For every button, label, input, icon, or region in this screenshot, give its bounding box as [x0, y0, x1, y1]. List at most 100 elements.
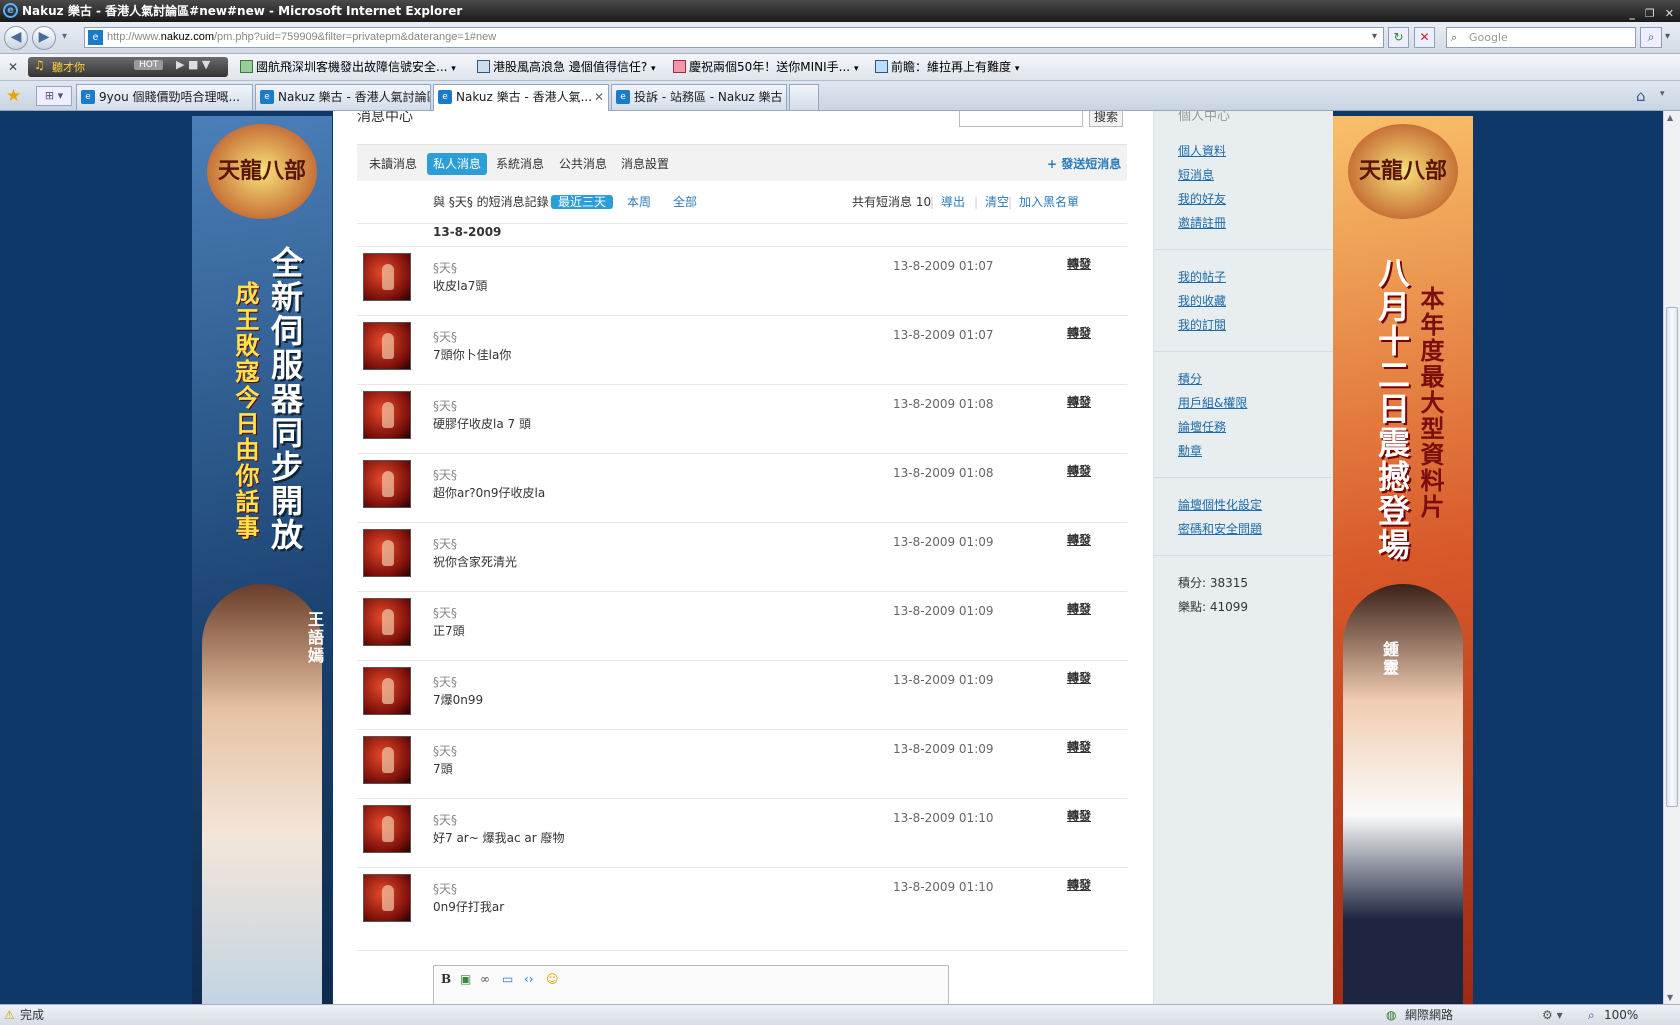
sender-avatar[interactable]	[363, 253, 411, 301]
sidebar-link-tasks[interactable]: 論壇任務	[1178, 418, 1226, 435]
sender-avatar[interactable]	[363, 460, 411, 508]
scrollbar-thumb[interactable]	[1666, 307, 1678, 807]
right-banner-ad[interactable]: 天龍八部 本年度最大型資料片 八月十二日震撼登場 鍾靈	[1333, 116, 1473, 1004]
refresh-icon[interactable]: ↻	[1388, 27, 1409, 48]
sidebar-link-personalize[interactable]: 論壇個性化設定	[1178, 496, 1262, 513]
sender-name[interactable]: §天§	[433, 466, 457, 483]
sender-avatar[interactable]	[363, 736, 411, 784]
search-icon[interactable]: ⌕	[1640, 27, 1662, 48]
toolbar-link-2[interactable]: 港股風高浪急 邊個值得信任? ▾	[477, 59, 656, 78]
sender-name[interactable]: §天§	[433, 535, 457, 552]
toolbar-link-1[interactable]: 國航飛深圳客機發出故障信號安全... ▾	[240, 59, 456, 78]
reply-editor[interactable]: B ▣ ∞ ▭ ‹› ☺	[433, 965, 949, 1004]
export-link[interactable]: 導出	[941, 191, 965, 213]
tab-settings[interactable]: 消息設置	[615, 153, 675, 175]
message-search-input[interactable]	[959, 111, 1083, 127]
page-scrollbar[interactable]: ▲ ▼	[1663, 111, 1680, 1004]
sidebar-link-pm[interactable]: 短消息	[1178, 166, 1214, 183]
scroll-up-icon[interactable]: ▲	[1667, 113, 1673, 122]
forward-link[interactable]: 轉發	[1067, 600, 1091, 617]
forward-link[interactable]: 轉發	[1067, 393, 1091, 410]
sender-avatar[interactable]	[363, 529, 411, 577]
search-options-icon[interactable]: ▾	[1665, 31, 1670, 42]
zoom-level[interactable]: 100%	[1604, 1005, 1638, 1025]
sender-avatar[interactable]	[363, 667, 411, 715]
forward-link[interactable]: 轉發	[1067, 669, 1091, 686]
filter-recent-3-days[interactable]: 最近三天	[551, 195, 614, 209]
sidebar-link-profile[interactable]: 個人資料	[1178, 142, 1226, 159]
sidebar-link-security[interactable]: 密碼和安全問題	[1178, 520, 1262, 537]
left-banner-ad[interactable]: 天龍八部 全新伺服器同步開放 成王敗寇今日由你話事 王語嫣	[192, 116, 332, 1004]
forward-link[interactable]: 轉發	[1067, 324, 1091, 341]
forward-link[interactable]: 轉發	[1067, 876, 1091, 893]
tab-3-active[interactable]: e Nakuz 樂古 - 香港人氣... ✕	[433, 84, 609, 111]
sidebar-link-points[interactable]: 積分	[1178, 370, 1202, 387]
quick-tabs-icon[interactable]: ⊞ ▾	[36, 86, 72, 106]
toolbar-link-3[interactable]: 慶祝兩個50年！送你MINI手... ▾	[673, 59, 858, 78]
player-controls-icon[interactable]: ▶ ■ ▼	[176, 58, 210, 71]
forward-button[interactable]: ▶	[32, 26, 56, 50]
tab-1[interactable]: e 9you 個賤價勁唔合理嘅...	[76, 84, 253, 110]
forward-link[interactable]: 轉發	[1067, 255, 1091, 272]
sender-name[interactable]: §天§	[433, 259, 457, 276]
favorites-star-icon[interactable]: ★	[6, 86, 21, 106]
send-pm-link[interactable]: + 發送短消息	[1047, 153, 1121, 175]
smiley-icon[interactable]: ☺	[546, 972, 559, 986]
url-dropdown-icon[interactable]: ▾	[1372, 31, 1377, 42]
forward-link[interactable]: 轉發	[1067, 807, 1091, 824]
sender-name[interactable]: §天§	[433, 742, 457, 759]
history-dropdown-icon[interactable]: ▾	[62, 31, 67, 42]
sidebar-link-invite[interactable]: 邀請註冊	[1178, 214, 1226, 231]
clear-link[interactable]: 清空	[985, 191, 1009, 213]
scroll-down-icon[interactable]: ▼	[1667, 993, 1673, 1002]
toolbar-close-icon[interactable]: ✕	[8, 59, 18, 76]
home-dropdown-icon[interactable]: ▾	[1660, 89, 1665, 99]
sidebar-link-friends[interactable]: 我的好友	[1178, 190, 1226, 207]
filter-all[interactable]: 全部	[673, 191, 697, 213]
sender-avatar[interactable]	[363, 598, 411, 646]
bold-icon[interactable]: B	[441, 972, 451, 986]
image-icon[interactable]: ▣	[460, 972, 471, 986]
tab-2[interactable]: e Nakuz 樂古 - 香港人氣討論區	[255, 84, 431, 110]
link-icon[interactable]: ∞	[480, 972, 490, 986]
new-tab-button[interactable]	[789, 84, 819, 110]
tab-unread[interactable]: 未讀消息	[363, 153, 423, 175]
zoom-icon[interactable]: ⌕	[1588, 1005, 1595, 1025]
forward-link[interactable]: 轉發	[1067, 738, 1091, 755]
quote-icon[interactable]: ▭	[502, 972, 513, 986]
sidebar-link-usergroup[interactable]: 用戶組&權限	[1178, 394, 1247, 411]
home-icon[interactable]: ⌂	[1636, 87, 1646, 105]
radio-widget[interactable]: ♫ 聽才你 HOT ▶ ■ ▼	[28, 57, 228, 77]
url-input[interactable]: e http://www.nakuz.com/pm.php?uid=759909…	[84, 27, 1384, 48]
toolbar-link-4[interactable]: 前瞻：維拉再上有難度 ▾	[875, 59, 1019, 78]
sender-name[interactable]: §天§	[433, 604, 457, 621]
sender-name[interactable]: §天§	[433, 811, 457, 828]
tab-close-icon[interactable]: ✕	[594, 85, 604, 109]
forward-link[interactable]: 轉發	[1067, 462, 1091, 479]
tab-system[interactable]: 系統消息	[490, 153, 550, 175]
sender-name[interactable]: §天§	[433, 673, 457, 690]
back-button[interactable]: ◀	[4, 26, 28, 50]
blacklist-link[interactable]: 加入黑名單	[1019, 191, 1079, 213]
code-icon[interactable]: ‹›	[524, 972, 534, 986]
sender-avatar[interactable]	[363, 391, 411, 439]
sender-avatar[interactable]	[363, 322, 411, 370]
stop-icon[interactable]: ✕	[1414, 27, 1435, 48]
tab-private[interactable]: 私人消息	[427, 153, 488, 175]
sidebar-link-subscriptions[interactable]: 我的訂閱	[1178, 316, 1226, 333]
sender-name[interactable]: §天§	[433, 328, 457, 345]
sidebar-link-medals[interactable]: 勳章	[1178, 442, 1202, 459]
forward-link[interactable]: 轉發	[1067, 531, 1091, 548]
sender-name[interactable]: §天§	[433, 880, 457, 897]
filter-this-week[interactable]: 本周	[627, 191, 651, 213]
sidebar-link-my-posts[interactable]: 我的帖子	[1178, 268, 1226, 285]
sender-avatar[interactable]	[363, 805, 411, 853]
search-input[interactable]: ⌕ Google	[1446, 27, 1636, 48]
tab-4[interactable]: e 投訴 - 站務區 - Nakuz 樂古 ...	[611, 84, 787, 110]
tab-public[interactable]: 公共消息	[553, 153, 613, 175]
message-search-button[interactable]: 搜索	[1089, 111, 1123, 127]
sidebar-link-favorites[interactable]: 我的收藏	[1178, 292, 1226, 309]
protected-mode-icon[interactable]: ⚙ ▾	[1542, 1005, 1563, 1025]
sender-name[interactable]: §天§	[433, 397, 457, 414]
sender-avatar[interactable]	[363, 874, 411, 922]
